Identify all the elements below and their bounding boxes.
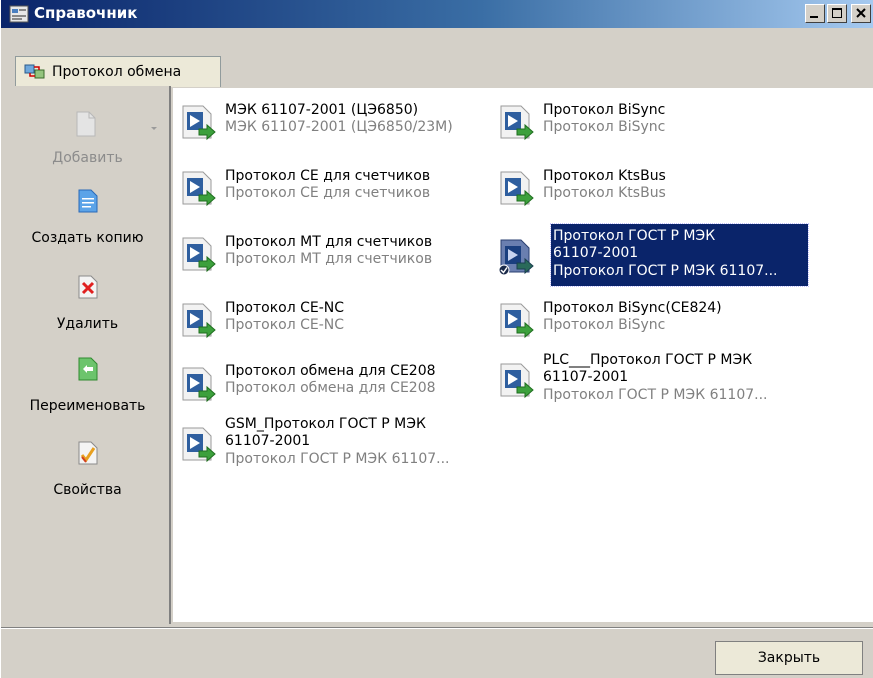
item-subtitle: Протокол BiSync <box>543 317 666 333</box>
properties-label: Свойства <box>53 482 122 498</box>
item-title-line2: 61107-2001 <box>543 369 629 385</box>
dropdown-arrow-icon <box>151 127 157 130</box>
item-title-line1: Протокол ГОСТ Р МЭК <box>553 228 716 244</box>
protocol-file-icon <box>182 105 216 141</box>
delete-label: Удалить <box>56 316 119 332</box>
minimize-icon <box>810 16 818 18</box>
protocol-file-icon <box>182 237 216 273</box>
list-item[interactable]: Протокол CE для счетчиков Протокол CE дл… <box>179 168 489 224</box>
close-button[interactable]: Закрыть <box>715 641 863 675</box>
item-subtitle: Протокол обмена для CE208 <box>225 380 436 396</box>
list-item[interactable]: PLC___Протокол ГОСТ Р МЭК 61107-2001 Про… <box>497 352 827 414</box>
list-item[interactable]: GSM_Протокол ГОСТ Р МЭК 61107-2001 Прото… <box>179 416 489 478</box>
bottom-separator <box>1 627 873 629</box>
add-label: Добавить <box>52 150 123 166</box>
app-icon <box>9 5 29 23</box>
protocol-file-icon <box>500 303 534 339</box>
create-copy-button[interactable]: Создать копию <box>6 184 169 254</box>
item-title: Протокол BiSync(CE824) <box>543 300 722 316</box>
item-title: Протокол CE-NC <box>225 300 345 316</box>
list-item[interactable]: Протокол KtsBus Протокол KtsBus <box>497 168 827 224</box>
properties-icon <box>78 441 98 465</box>
add-button[interactable]: Добавить <box>6 106 169 176</box>
copy-icon <box>78 189 98 213</box>
item-title-line1: PLC___Протокол ГОСТ Р МЭК <box>543 352 753 368</box>
list-item[interactable]: Протокол BiSync Протокол BiSync <box>497 102 827 158</box>
create-copy-label: Создать копию <box>31 230 144 246</box>
protocol-file-icon <box>182 303 216 339</box>
item-title: Протокол MT для счетчиков <box>225 234 433 250</box>
protocol-file-icon <box>500 105 534 141</box>
delete-button[interactable]: Удалить <box>6 268 169 338</box>
rename-button[interactable]: Переименовать <box>6 350 169 420</box>
tab-label: Протокол обмена <box>52 64 182 80</box>
item-subtitle: Протокол ГОСТ Р МЭК 61107... <box>543 387 768 403</box>
item-subtitle: Протокол KtsBus <box>543 185 666 201</box>
protocol-file-icon <box>500 171 534 207</box>
item-title: Протокол обмена для CE208 <box>225 363 436 379</box>
list-item[interactable]: Протокол MT для счетчиков Протокол MT дл… <box>179 234 489 290</box>
protocol-file-icon <box>182 367 216 403</box>
item-title: МЭК 61107-2001 (ЦЭ6850) <box>225 102 419 118</box>
item-subtitle: Протокол BiSync <box>543 119 666 135</box>
maximize-button[interactable] <box>827 4 847 23</box>
item-subtitle: Протокол ГОСТ Р МЭК 61107... <box>225 451 450 467</box>
item-title-line1: GSM_Протокол ГОСТ Р МЭК <box>225 416 426 432</box>
maximize-icon <box>832 8 842 18</box>
item-title-line2: 61107-2001 <box>553 245 639 261</box>
dialog-window: Справочник Протокол обмена Добавить Созд… <box>0 0 873 678</box>
item-subtitle: Протокол MT для счетчиков <box>225 251 433 267</box>
tab-protocol[interactable]: Протокол обмена <box>15 56 221 87</box>
list-item[interactable]: Протокол CE-NC Протокол CE-NC <box>179 300 489 356</box>
item-subtitle: Протокол ГОСТ Р МЭК 61107... <box>553 263 778 279</box>
title-bar[interactable]: Справочник <box>1 0 873 28</box>
protocol-file-icon <box>182 171 216 207</box>
item-subtitle: Протокол CE для счетчиков <box>225 185 431 201</box>
protocol-list[interactable]: МЭК 61107-2001 (ЦЭ6850) МЭК 61107-2001 (… <box>173 88 873 622</box>
action-sidebar: Добавить Создать копию Удалить Переимено… <box>6 86 171 624</box>
protocol-file-icon <box>182 427 216 463</box>
item-title: Протокол KtsBus <box>543 168 666 184</box>
properties-button[interactable]: Свойства <box>6 434 169 504</box>
item-subtitle: МЭК 61107-2001 (ЦЭ6850/23М) <box>225 119 453 135</box>
list-item-selected[interactable]: Протокол ГОСТ Р МЭК 61107-2001 Протокол … <box>497 223 827 288</box>
protocol-tab-icon <box>24 64 45 79</box>
list-item[interactable]: МЭК 61107-2001 (ЦЭ6850) МЭК 61107-2001 (… <box>179 102 489 158</box>
rename-label: Переименовать <box>29 398 146 414</box>
minimize-button[interactable] <box>805 4 825 23</box>
window-title: Справочник <box>34 4 138 22</box>
protocol-file-icon <box>500 363 534 399</box>
item-title-line2: 61107-2001 <box>225 433 311 449</box>
tab-strip: Протокол обмена <box>1 28 873 87</box>
protocol-file-icon-selected <box>498 239 534 276</box>
item-title: Протокол BiSync <box>543 102 666 118</box>
list-item[interactable]: Протокол BiSync(CE824) Протокол BiSync <box>497 300 827 356</box>
list-item[interactable]: Протокол обмена для CE208 Протокол обмен… <box>179 360 489 416</box>
item-subtitle: Протокол CE-NC <box>225 317 345 333</box>
item-title: Протокол CE для счетчиков <box>225 168 431 184</box>
close-icon <box>856 8 866 18</box>
add-icon <box>76 111 96 137</box>
delete-icon <box>78 275 98 299</box>
close-window-button[interactable] <box>851 4 871 23</box>
rename-icon <box>78 357 98 381</box>
